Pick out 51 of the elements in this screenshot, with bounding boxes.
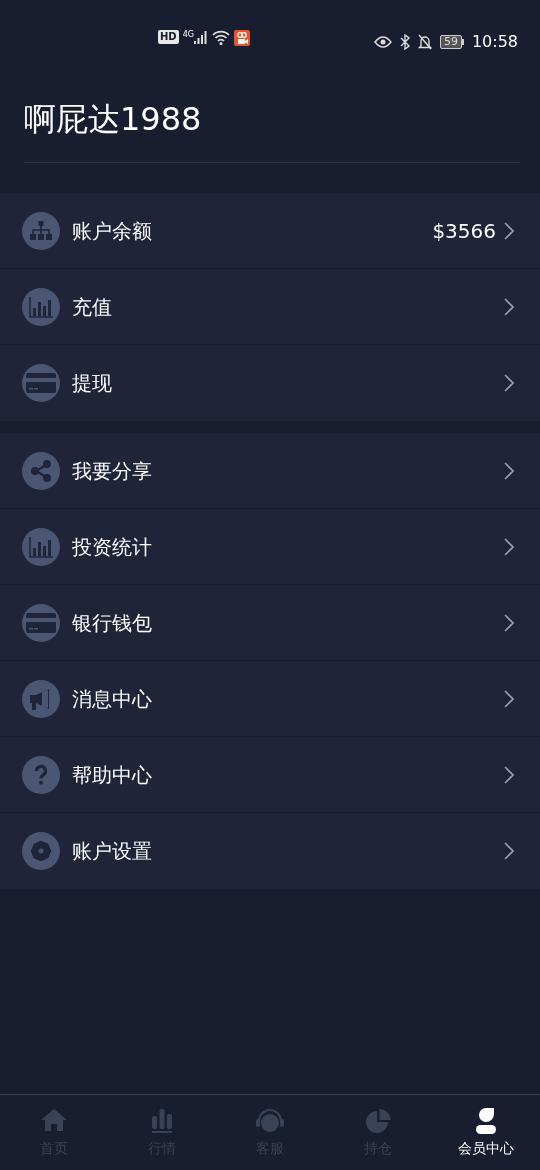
chevron-right-icon	[504, 374, 514, 393]
camera-app-icon	[233, 30, 250, 46]
bluetooth-icon	[399, 34, 410, 50]
bar-chart-icon	[22, 287, 60, 326]
chevron-right-icon	[504, 613, 514, 632]
menu-label: 账户余额	[72, 217, 153, 245]
menu-label: 投资统计	[72, 533, 153, 561]
balance-value: $3566	[432, 217, 496, 245]
menu-item[interactable]: 消息中心	[0, 661, 540, 738]
chevron-right-icon	[504, 537, 514, 556]
hierarchy-icon	[22, 211, 60, 250]
credit-card-icon	[22, 603, 60, 642]
chevron-right-icon	[504, 842, 514, 861]
chevron-right-icon	[504, 221, 514, 240]
chevron-right-icon	[504, 461, 514, 480]
credit-card-icon	[22, 364, 60, 403]
bell-off-icon	[417, 34, 432, 50]
battery-level: 59	[439, 35, 462, 49]
menu-item[interactable]: 银行钱包	[0, 585, 540, 662]
menu-item[interactable]: 充值	[0, 269, 540, 346]
signal-icon	[193, 30, 208, 44]
menu-label: 账户设置	[72, 838, 153, 866]
menu-label: 银行钱包	[72, 609, 153, 637]
battery-tip-icon	[461, 39, 464, 45]
share-icon	[22, 451, 60, 490]
username: 啊屁达1988	[23, 99, 203, 140]
status-time: 10:58	[471, 31, 518, 53]
help-icon	[22, 755, 60, 794]
bar-chart-icon	[22, 527, 60, 566]
network-label: 4G	[182, 30, 194, 40]
menu-item[interactable]: 提现	[0, 345, 540, 422]
settings-icon	[22, 832, 60, 871]
menu-label: 提现	[72, 370, 113, 398]
menu-item[interactable]: 我要分享	[0, 433, 540, 510]
wifi-icon	[211, 30, 230, 45]
menu-label: 我要分享	[72, 457, 153, 485]
hd-badge: HD	[158, 30, 179, 44]
chevron-right-icon	[504, 689, 514, 708]
menu-item[interactable]: 帮助中心	[0, 737, 540, 814]
megaphone-icon	[22, 679, 60, 718]
menu-item[interactable]: 账户设置	[0, 813, 540, 890]
menu-item[interactable]: 投资统计	[0, 509, 540, 586]
eye-icon	[373, 35, 392, 49]
menu-item[interactable]: 账户余额 $3566	[0, 193, 540, 270]
menu-label: 消息中心	[72, 685, 153, 713]
menu-label: 充值	[72, 293, 113, 321]
nav-tab[interactable]: 会员中心	[432, 1095, 540, 1170]
menu-label: 帮助中心	[72, 761, 153, 789]
pie-chart-icon	[363, 1106, 393, 1136]
chevron-right-icon	[504, 765, 514, 784]
chevron-right-icon	[504, 297, 514, 316]
